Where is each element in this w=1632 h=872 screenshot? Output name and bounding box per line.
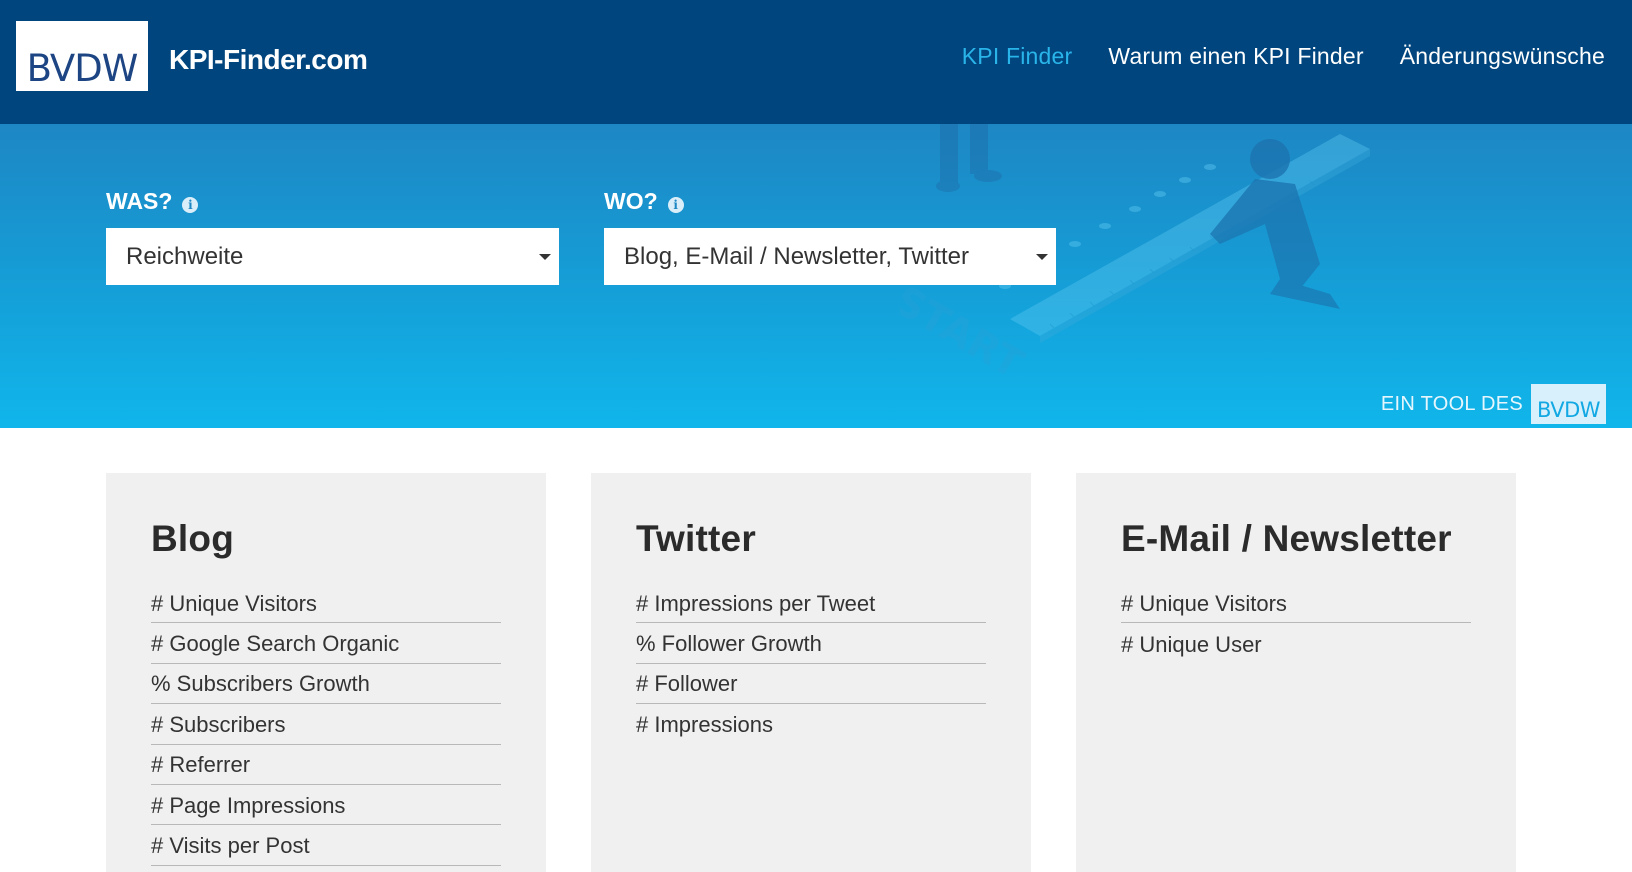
hero-filter-section: START WAS? i Reichweite WO? i Blog, E-Ma… [0, 124, 1632, 428]
wo-label-group: WO? i [604, 188, 684, 215]
kpi-item[interactable]: % Subscribers Growth [151, 664, 501, 705]
kpi-list: # Impressions per Tweet % Follower Growt… [636, 583, 986, 745]
kpi-item[interactable]: # Google Search Organic [151, 623, 501, 664]
card-title: Blog [151, 518, 235, 559]
badge-logo-text: BVDW [1536, 398, 1601, 422]
card-twitter: Twitter # Impressions per Tweet % Follow… [591, 473, 1031, 872]
was-select-value: Reichweite [126, 242, 244, 270]
kpi-item[interactable]: % Follower Growth [636, 623, 986, 664]
info-icon[interactable]: i [182, 196, 199, 213]
kpi-item[interactable]: # Unique User [1121, 623, 1471, 663]
kpi-item[interactable]: # Unique Visitors [151, 583, 501, 624]
info-icon[interactable]: i [667, 196, 684, 213]
start-label: START [900, 278, 1031, 388]
logo-text: BVDW [26, 47, 139, 90]
card-title: E-Mail / Newsletter [1121, 518, 1452, 559]
card-blog: Blog # Unique Visitors # Google Search O… [106, 473, 546, 872]
wo-select-value: Blog, E-Mail / Newsletter, Twitter [624, 242, 969, 270]
chevron-down-icon [1036, 254, 1048, 260]
was-label-group: WAS? i [106, 188, 199, 215]
wo-select[interactable]: Blog, E-Mail / Newsletter, Twitter [604, 228, 1056, 285]
kpi-item[interactable]: # Impressions [636, 704, 986, 744]
card-email-newsletter: E-Mail / Newsletter # Unique Visitors # … [1076, 473, 1516, 872]
bvdw-logo[interactable]: BVDW [16, 21, 148, 91]
kpi-item[interactable]: # Impressions per Tweet [636, 583, 986, 624]
kpi-item[interactable]: # Referrer [151, 745, 501, 785]
was-select[interactable]: Reichweite [106, 228, 559, 285]
kpi-item[interactable]: # Unique Visitors [1121, 583, 1471, 624]
kpi-list: # Unique Visitors # Unique User [1121, 583, 1471, 664]
tool-badge-text: EIN TOOL DES [1380, 392, 1523, 415]
main-nav: KPI Finder Warum einen KPI Finder Änderu… [962, 43, 1605, 70]
nav-aenderungswuensche[interactable]: Änderungswünsche [1400, 43, 1605, 70]
kpi-item[interactable]: # Subscribers [151, 704, 501, 745]
nav-warum-kpi-finder[interactable]: Warum einen KPI Finder [1108, 43, 1363, 70]
wo-label: WO? [604, 188, 658, 214]
kpi-item[interactable]: # Visits per Post [151, 825, 501, 866]
top-navigation-bar: BVDW KPI-Finder.com KPI Finder Warum ein… [0, 0, 1632, 124]
bvdw-badge-logo: BVDW [1531, 384, 1606, 424]
site-title[interactable]: KPI-Finder.com [169, 44, 368, 76]
card-title: Twitter [636, 518, 756, 559]
kpi-item[interactable]: # Follower [636, 664, 986, 705]
was-label: WAS? [106, 188, 173, 214]
chevron-down-icon [539, 254, 551, 260]
kpi-list: # Unique Visitors # Google Search Organi… [151, 583, 501, 866]
tool-badge[interactable]: EIN TOOL DES BVDW [1381, 384, 1606, 424]
nav-kpi-finder[interactable]: KPI Finder [962, 43, 1073, 70]
kpi-item[interactable]: # Page Impressions [151, 785, 501, 826]
